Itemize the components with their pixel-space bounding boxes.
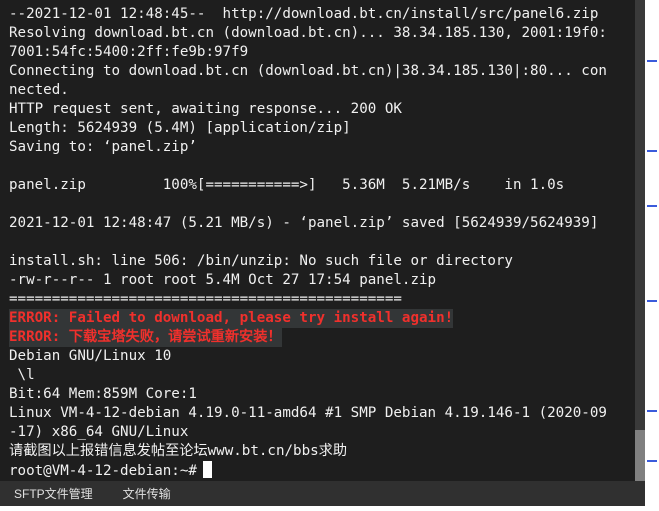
terminal-line: ERROR: 下载宝塔失败，请尝试重新安装！: [9, 328, 607, 347]
line-text: 2021-12-01 12:48:47 (5.21 MB/s) - ‘panel…: [9, 215, 599, 231]
background-page-edge: [645, 0, 659, 511]
line-text: Debian GNU/Linux 10: [9, 348, 172, 364]
line-text: HTTP request sent, awaiting response... …: [9, 101, 402, 117]
terminal-line: \l: [9, 366, 607, 385]
terminal-line: 请截图以上报错信息发帖至论坛www.bt.cn/bbs求助: [9, 442, 607, 461]
terminal-line: 7001:54fc:5400:2ff:fe9b:97f9: [9, 43, 607, 62]
terminal-line: Linux VM-4-12-debian 4.19.0-11-amd64 #1 …: [9, 404, 607, 423]
line-text: nected.: [9, 82, 69, 98]
terminal[interactable]: --2021-12-01 12:48:45-- http://download.…: [0, 0, 635, 481]
terminal-scrollbar[interactable]: [635, 0, 645, 481]
terminal-cursor: [202, 461, 212, 478]
scrollbar-thumb[interactable]: [635, 430, 645, 481]
terminal-line: -17) x86_64 GNU/Linux: [9, 423, 607, 442]
line-text: 7001:54fc:5400:2ff:fe9b:97f9: [9, 44, 249, 60]
line-text: Length: 5624939 (5.4M) [application/zip]: [9, 120, 351, 136]
line-text: 请截图以上报错信息发帖至论坛www.bt.cn/bbs求助: [9, 443, 348, 459]
line-text: \l: [9, 367, 35, 383]
sftp-file-manager-button[interactable]: SFTP文件管理: [14, 485, 93, 502]
line-text: Linux VM-4-12-debian 4.19.0-11-amd64 #1 …: [9, 405, 607, 421]
file-transfer-button[interactable]: 文件传输: [123, 485, 171, 502]
line-text: ========================================…: [9, 291, 402, 307]
shell-prompt: root@VM-4-12-debian:~#: [9, 463, 197, 479]
terminal-line: Bit:64 Mem:859M Core:1: [9, 385, 607, 404]
terminal-line: Saving to: ‘panel.zip’: [9, 138, 607, 157]
bottom-toolbar: SFTP文件管理 文件传输: [0, 481, 645, 506]
prompt-line[interactable]: root@VM-4-12-debian:~#: [9, 461, 607, 480]
terminal-line: Connecting to download.bt.cn (download.b…: [9, 62, 607, 81]
terminal-line: Debian GNU/Linux 10: [9, 347, 607, 366]
terminal-output: --2021-12-01 12:48:45-- http://download.…: [9, 5, 607, 480]
line-text: Connecting to download.bt.cn (download.b…: [9, 63, 607, 79]
line-text: -17) x86_64 GNU/Linux: [9, 424, 189, 440]
terminal-line: panel.zip 100%[===========>] 5.36M 5.21M…: [9, 176, 607, 195]
line-text: --2021-12-01 12:48:45-- http://download.…: [9, 6, 599, 22]
line-text: Bit:64 Mem:859M Core:1: [9, 386, 197, 402]
terminal-line: ========================================…: [9, 290, 607, 309]
terminal-line: ERROR: Failed to download, please try in…: [9, 309, 607, 328]
line-text: panel.zip 100%[===========>] 5.36M 5.21M…: [9, 177, 565, 193]
terminal-line: HTTP request sent, awaiting response... …: [9, 100, 607, 119]
terminal-line: Resolving download.bt.cn (download.bt.cn…: [9, 24, 607, 43]
line-text: install.sh: line 506: /bin/unzip: No suc…: [9, 253, 513, 269]
terminal-line: --2021-12-01 12:48:45-- http://download.…: [9, 5, 607, 24]
terminal-line: -rw-r--r-- 1 root root 5.4M Oct 27 17:54…: [9, 271, 607, 290]
terminal-line: nected.: [9, 81, 607, 100]
terminal-line: 2021-12-01 12:48:47 (5.21 MB/s) - ‘panel…: [9, 214, 607, 233]
line-text: Resolving download.bt.cn (download.bt.cn…: [9, 25, 607, 41]
terminal-line: install.sh: line 506: /bin/unzip: No suc…: [9, 252, 607, 271]
line-text: -rw-r--r-- 1 root root 5.4M Oct 27 17:54…: [9, 272, 437, 288]
error-message: ERROR: 下载宝塔失败，请尝试重新安装！: [9, 328, 282, 347]
error-message: ERROR: Failed to download, please try in…: [9, 309, 454, 328]
terminal-line: Length: 5624939 (5.4M) [application/zip]: [9, 119, 607, 138]
line-text: Saving to: ‘panel.zip’: [9, 139, 197, 155]
